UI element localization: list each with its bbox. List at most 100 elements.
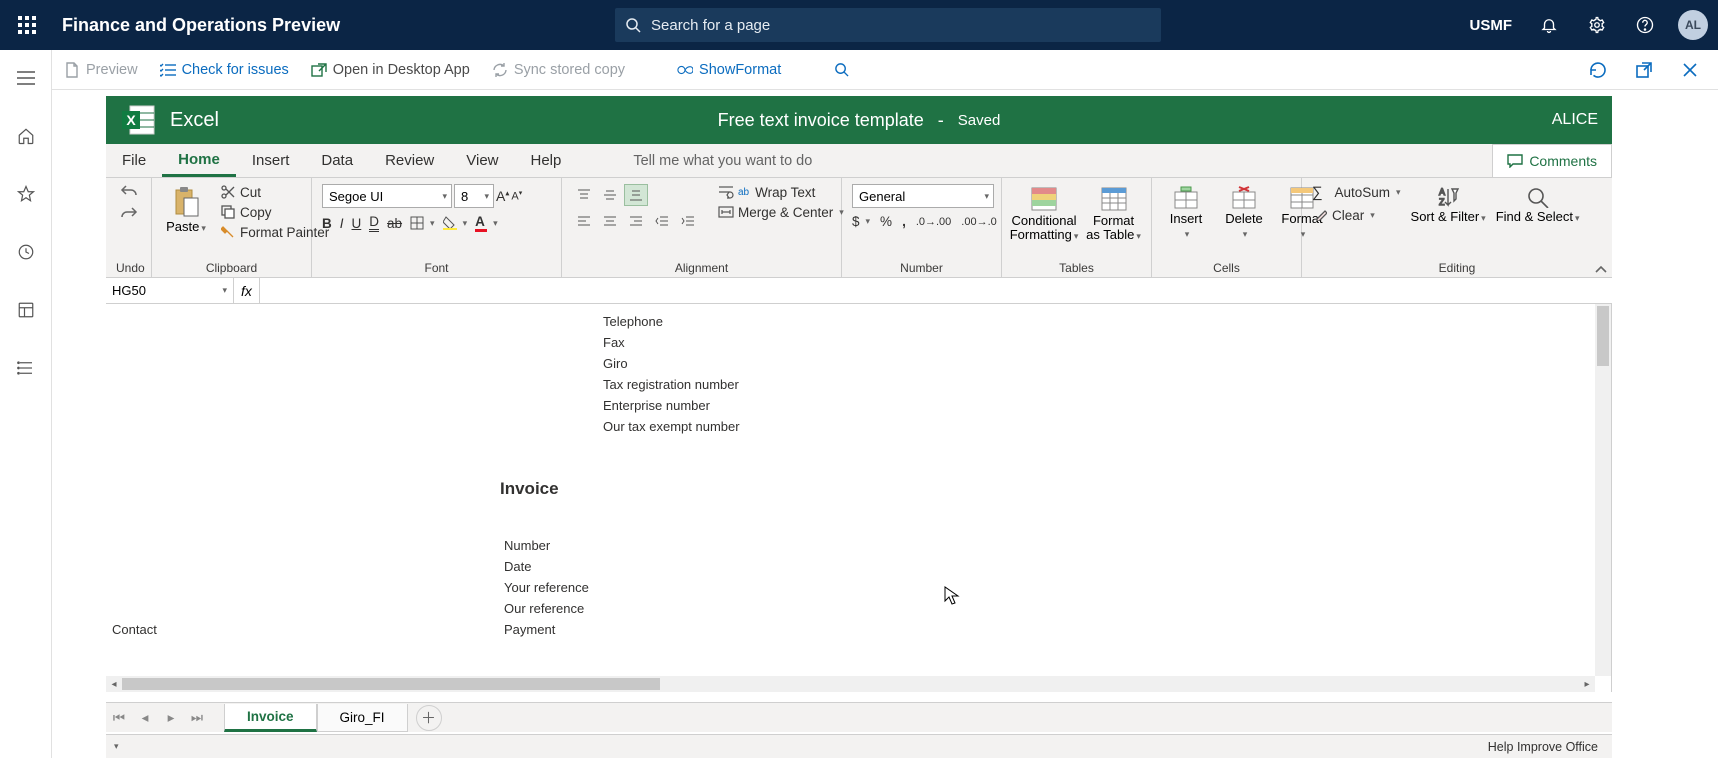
sheet-nav-last[interactable]: ⏭ [184,705,210,731]
nav-favorites-button[interactable] [8,176,44,212]
formula-input[interactable] [260,278,1612,303]
settings-button[interactable] [1576,4,1618,46]
help-button[interactable] [1624,4,1666,46]
align-center-button[interactable] [598,210,622,232]
font-name-select[interactable]: Segoe UI▾ [322,184,452,208]
nav-recent-button[interactable] [8,234,44,270]
shrink-font-button[interactable]: A▾ [511,189,522,203]
cell-yourref: Your reference [504,580,589,595]
document-action-bar: Preview Check for issues Open in Desktop… [52,50,1718,90]
tell-me-input[interactable]: Tell me what you want to do [617,144,828,177]
fill-color-button[interactable]: ▾ [443,216,468,230]
undo-button[interactable] [120,184,138,198]
underline-button[interactable]: U [352,216,362,231]
decrease-decimal-button[interactable]: .00→.0 [961,216,996,228]
status-bar: ▾ Help Improve Office [106,734,1612,758]
open-desktop-button[interactable]: Open in Desktop App [311,62,470,78]
align-top-button[interactable] [572,184,596,206]
find-select-button[interactable]: Find & Select▾ [1496,184,1580,224]
nav-hamburger-button[interactable] [8,60,44,96]
name-box[interactable]: HG50 ▾ [106,278,234,303]
strikethrough-button[interactable]: ab [387,216,402,231]
popout-button[interactable] [1628,54,1660,86]
double-underline-button[interactable]: D [369,214,379,232]
horizontal-scrollbar[interactable]: ◂ ▸ [106,676,1595,692]
decrease-indent-button[interactable] [650,210,674,232]
format-as-table-button[interactable]: Format as Table▾ [1086,184,1141,243]
sheet-nav-prev[interactable]: ◂ [132,705,158,731]
delete-cells-button[interactable]: Delete▾ [1220,184,1268,241]
scroll-left-button[interactable]: ◂ [106,676,122,692]
excel-user[interactable]: ALICE [1552,111,1598,129]
scroll-right-button[interactable]: ▸ [1579,676,1595,692]
tab-home[interactable]: Home [162,144,236,177]
tab-review[interactable]: Review [369,144,450,177]
sort-filter-button[interactable]: AZSort & Filter▾ [1411,184,1486,224]
clear-button[interactable]: Clear▾ [1312,207,1401,223]
sheet-nav-first[interactable]: ⏮ [106,705,132,731]
increase-indent-button[interactable] [676,210,700,232]
tab-file[interactable]: File [106,144,162,177]
comma-button[interactable]: , [902,214,906,229]
grow-font-button[interactable]: A▴ [496,188,509,204]
insert-cells-button[interactable]: Insert▾ [1162,184,1210,241]
spreadsheet-grid[interactable]: Telephone Fax Giro Tax registration numb… [106,304,1612,692]
tab-help[interactable]: Help [515,144,578,177]
tab-insert[interactable]: Insert [236,144,306,177]
align-left-button[interactable] [572,210,596,232]
scrollbar-thumb[interactable] [1597,306,1609,366]
vertical-scrollbar[interactable] [1595,304,1611,676]
status-menu-button[interactable]: ▾ [114,741,119,752]
align-right-button[interactable] [624,210,648,232]
sub-search-button[interactable] [833,62,849,78]
cell-giro: Giro [603,356,628,371]
sortfilter-label: Sort & Filter [1411,209,1480,224]
number-format-select[interactable]: General▾ [852,184,994,208]
worksheet-tab-invoice[interactable]: Invoice [224,704,317,732]
align-bottom-button[interactable] [624,184,648,206]
currency-button[interactable]: $▾ [852,214,870,229]
user-avatar[interactable]: AL [1678,10,1708,40]
borders-button[interactable]: ▾ [410,216,435,230]
nav-modules-button[interactable] [8,350,44,386]
group-font-label: Font [322,259,551,275]
wrap-text-button[interactable]: abWrap Text [718,184,844,200]
group-clipboard-label: Clipboard [162,259,301,275]
nav-workspaces-button[interactable] [8,292,44,328]
percent-button[interactable]: % [880,214,892,229]
scrollbar-thumb[interactable] [122,678,660,690]
tab-data[interactable]: Data [305,144,369,177]
app-topbar: Finance and Operations Preview Search fo… [0,0,1718,50]
collapse-ribbon-button[interactable] [1594,265,1608,275]
add-worksheet-button[interactable]: ＋ [416,705,442,731]
help-improve-link[interactable]: Help Improve Office [1488,740,1598,754]
tab-view[interactable]: View [450,144,514,177]
increase-decimal-button[interactable]: .0→.00 [916,216,951,228]
sync-button[interactable]: Sync stored copy [492,62,625,78]
sheet-nav-next[interactable]: ▸ [158,705,184,731]
nav-home-button[interactable] [8,118,44,154]
global-search[interactable]: Search for a page [615,8,1161,42]
refresh-button[interactable] [1582,54,1614,86]
preview-button[interactable]: Preview [64,62,138,78]
font-color-button[interactable]: A▾ [475,214,498,232]
company-code[interactable]: USMF [1470,17,1513,34]
comments-button[interactable]: Comments [1492,144,1612,177]
notifications-button[interactable] [1528,4,1570,46]
app-launcher-button[interactable] [10,8,44,42]
showformat-button[interactable]: ShowFormat [677,62,781,78]
bold-button[interactable]: B [322,216,332,231]
worksheet-tab-giro[interactable]: Giro_FI [317,704,408,732]
align-middle-button[interactable] [598,184,622,206]
close-button[interactable] [1674,54,1706,86]
paste-button[interactable]: Paste▾ [162,184,210,234]
font-size-select[interactable]: 8▾ [454,184,494,208]
check-issues-button[interactable]: Check for issues [160,62,289,78]
conditional-formatting-button[interactable]: Conditional Formatting▾ [1012,184,1076,243]
redo-button[interactable] [120,206,138,220]
fx-button[interactable]: fx [234,278,260,303]
merge-center-button[interactable]: Merge & Center▾ [718,204,844,220]
document-name[interactable]: Free text invoice template [718,110,924,131]
italic-button[interactable]: I [340,216,344,231]
autosum-button[interactable]: ∑ AutoSum▾ [1312,184,1401,201]
